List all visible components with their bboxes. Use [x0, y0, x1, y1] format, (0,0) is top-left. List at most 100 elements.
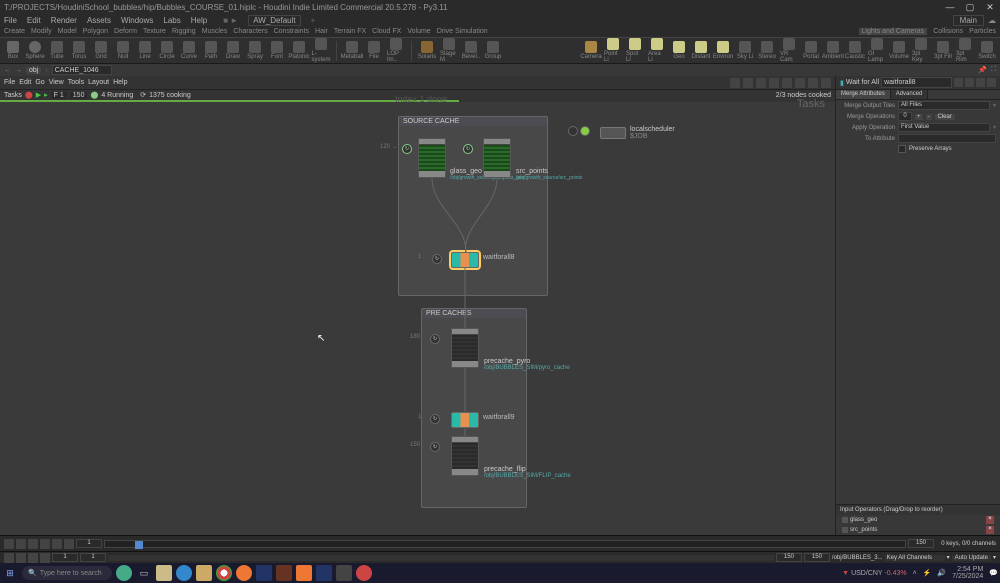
range-end[interactable]: 150 — [776, 553, 802, 562]
menu-small-layout[interactable]: Layout — [88, 79, 109, 86]
shelf-tab[interactable]: Hair — [315, 28, 328, 35]
shelf-tool[interactable]: Camera — [582, 41, 600, 60]
menu-small-view[interactable]: View — [49, 79, 64, 86]
menu-small-tools[interactable]: Tools — [68, 79, 84, 86]
shelf-tab[interactable]: Constraints — [274, 28, 309, 35]
param-dropdown[interactable]: First Value — [898, 123, 990, 132]
cook-badge[interactable]: ↻ — [432, 254, 442, 264]
shelf-tab[interactable]: Texture — [143, 28, 166, 35]
shelf-tool[interactable]: Line — [136, 41, 154, 60]
param-dropdown[interactable]: All Files — [898, 101, 990, 110]
node-precache-pyro[interactable] — [451, 328, 479, 368]
shelf-tool[interactable]: Box — [4, 41, 22, 60]
shelf-tab[interactable]: Particles — [969, 28, 996, 35]
menu-render[interactable]: Render — [51, 16, 77, 25]
node-src-points[interactable] — [483, 138, 511, 178]
network-editor[interactable]: File Edit Go View Tools Layout Help Task… — [0, 76, 835, 535]
shelf-tool[interactable]: Volume — [890, 41, 908, 60]
cortana-icon[interactable] — [116, 565, 132, 581]
end-frame[interactable]: 150 — [908, 539, 934, 548]
play-icon[interactable] — [40, 539, 50, 549]
play-back-icon[interactable] — [28, 539, 38, 549]
node-waitforall9[interactable]: waitforall9 — [451, 412, 479, 428]
shelf-tab[interactable]: Modify — [31, 28, 52, 35]
param-text[interactable] — [898, 134, 996, 143]
cook-badge[interactable] — [568, 126, 578, 136]
shelf-tab[interactable]: Model — [58, 28, 77, 35]
photoshop-icon[interactable] — [256, 565, 272, 581]
shelf-tool[interactable]: Metaball — [343, 41, 361, 60]
menu-small-file[interactable]: File — [4, 79, 15, 86]
shelf-tool[interactable]: Stage M — [440, 38, 458, 63]
last-frame-icon[interactable] — [64, 539, 74, 549]
net-tool-icon[interactable] — [743, 78, 753, 88]
gear-icon[interactable] — [954, 78, 963, 87]
shelf-tool[interactable]: Platonic — [290, 41, 308, 60]
node-waitforall8[interactable]: waitforall8 — [451, 252, 479, 268]
shelf-tool[interactable]: Bevel.. — [462, 41, 480, 60]
cook-badge[interactable]: ↻ — [430, 414, 440, 424]
start-icon[interactable]: ⊞ — [2, 565, 18, 581]
menu-file[interactable]: File — [4, 16, 17, 25]
path-field[interactable] — [52, 65, 112, 75]
cloud-icon[interactable]: ☁ — [988, 16, 996, 25]
param-int[interactable]: 0 — [898, 112, 912, 121]
input-operator-row[interactable]: src_points × — [836, 525, 1000, 535]
chevron-down-icon[interactable]: ▾ — [993, 102, 996, 109]
tab-advanced[interactable]: Advanced — [891, 90, 929, 99]
range-field[interactable]: F 1 — [51, 92, 67, 99]
minimize-icon[interactable]: — — [944, 2, 956, 12]
current-frame[interactable]: 1 — [76, 539, 102, 548]
speaker-icon[interactable]: 🔊 — [937, 569, 946, 577]
net-tool-icon[interactable] — [808, 78, 818, 88]
node-localscheduler[interactable]: localscheduler $JOB — [600, 126, 675, 140]
wifi-icon[interactable]: ⚡ — [923, 569, 932, 577]
forward-icon[interactable]: → — [15, 67, 22, 74]
shelf-tab[interactable]: Create — [4, 28, 25, 35]
taskbar-search[interactable]: 🔍 Type here to search — [22, 566, 112, 580]
range-end2[interactable]: 150 — [804, 553, 830, 562]
shelf-tool[interactable]: Sky Li — [736, 41, 754, 60]
shelf-tab[interactable]: Lights and Cameras — [859, 28, 928, 35]
node-name-field[interactable]: waitforall8 — [881, 77, 952, 88]
net-tool-icon[interactable] — [730, 78, 740, 88]
scope-icon[interactable] — [28, 553, 38, 563]
bridge-icon[interactable] — [276, 565, 292, 581]
node-glass-geo[interactable] — [418, 138, 446, 178]
shelf-tool[interactable]: Null — [114, 41, 132, 60]
range-field[interactable]: 150 — [70, 92, 88, 99]
menu-edit[interactable]: Edit — [27, 16, 41, 25]
shelf-tool[interactable]: Spray — [246, 41, 264, 60]
explorer-icon[interactable] — [156, 565, 172, 581]
cook-badge[interactable]: ↻ — [463, 144, 473, 154]
chevron-down-icon[interactable]: ▾ — [947, 554, 950, 561]
range-track[interactable] — [108, 555, 774, 561]
shelf-tool[interactable]: Sphere — [26, 41, 44, 60]
shelf-tool[interactable]: 3pt Fill — [934, 41, 952, 60]
shelf-tool[interactable]: Draw — [224, 41, 242, 60]
auto-update[interactable]: Auto Update — [952, 555, 991, 561]
menu-assets[interactable]: Assets — [87, 16, 111, 25]
cook-badge[interactable]: ↻ — [430, 442, 440, 452]
notifications-icon[interactable]: 💬 — [989, 569, 998, 577]
net-tool-icon[interactable] — [782, 78, 792, 88]
menu-small-edit[interactable]: Edit — [19, 79, 31, 86]
cook-badge[interactable]: ↻ — [430, 334, 440, 344]
shelf-tab[interactable]: Cloud FX — [372, 28, 401, 35]
recook-icon[interactable]: ▸ — [44, 91, 48, 99]
shelf-tab[interactable]: Terrain FX — [334, 28, 366, 35]
node-precache-flip[interactable] — [451, 436, 479, 476]
folder-icon[interactable] — [196, 565, 212, 581]
close-icon[interactable]: ✕ — [984, 2, 996, 12]
search-icon[interactable] — [965, 78, 974, 87]
shelf-tab[interactable]: Characters — [233, 28, 267, 35]
shelf-tool[interactable]: Torus — [70, 41, 88, 60]
shelf-tool[interactable]: GI Lamp — [868, 38, 886, 63]
pin-icon[interactable]: 📌 — [978, 66, 987, 74]
shelf-tool[interactable]: LOP Im.. — [387, 38, 405, 63]
info-icon[interactable] — [987, 78, 996, 87]
shelf-tool[interactable]: Switch — [978, 41, 996, 60]
shelf-tab[interactable]: Drive Simulation — [437, 28, 488, 35]
tray-chevron-icon[interactable]: ˄ — [913, 570, 917, 577]
range-start2[interactable]: 1 — [80, 553, 106, 562]
